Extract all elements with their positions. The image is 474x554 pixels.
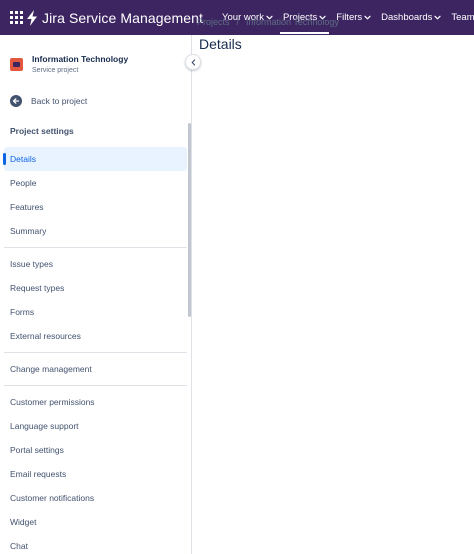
- sidebar-item-change-management[interactable]: Change management: [0, 357, 187, 381]
- nav-divider: [4, 385, 187, 386]
- sidebar-item-summary[interactable]: Summary: [0, 219, 187, 243]
- project-type: Service project: [32, 67, 79, 74]
- sidebar-item-customer-notifications[interactable]: Customer notifications: [0, 486, 187, 510]
- jira-logo[interactable]: Jira Service Management: [25, 9, 204, 26]
- breadcrumb: Projects / Information Technology: [197, 17, 474, 27]
- sidebar-item-details[interactable]: Details: [3, 147, 187, 171]
- breadcrumb-item-projects[interactable]: Projects: [197, 17, 230, 27]
- sidebar-item-features[interactable]: Features: [0, 195, 187, 219]
- chevron-left-icon: [191, 58, 195, 66]
- sidebar-item-external-resources[interactable]: External resources: [0, 324, 187, 348]
- project-name: Information Technology: [32, 54, 129, 64]
- sidebar-item-request-types[interactable]: Request types: [0, 276, 187, 300]
- settings-nav-list: Details People Features Summary Issue types R…: [0, 147, 187, 554]
- sidebar-item-customer-permissions[interactable]: Customer permissions: [0, 390, 187, 414]
- sidebar-item-language-support[interactable]: Language support: [0, 414, 187, 438]
- brand-name: Jira Service Management: [42, 9, 204, 26]
- page-title: Details: [199, 36, 242, 52]
- sidebar-item-portal-settings[interactable]: Portal settings: [0, 438, 187, 462]
- app-switcher-icon[interactable]: [10, 8, 23, 28]
- sidebar-item-forms[interactable]: Forms: [0, 300, 187, 324]
- sidebar-item-email-requests[interactable]: Email requests: [0, 462, 187, 486]
- sidebar-scrollbar[interactable]: [188, 123, 191, 317]
- sidebar-item-issue-types[interactable]: Issue types: [0, 252, 187, 276]
- sidebar-item-chat[interactable]: Chat: [0, 534, 187, 554]
- sidebar-item-widget[interactable]: Widget: [0, 510, 187, 534]
- collapse-sidebar-button[interactable]: [185, 54, 201, 70]
- project-header[interactable]: Information Technology Service project: [10, 54, 128, 76]
- project-settings-sidebar: Information Technology Service project B…: [0, 35, 192, 554]
- back-to-project-link[interactable]: Back to project: [10, 95, 87, 107]
- project-avatar: [10, 58, 23, 71]
- arrow-left-icon: [10, 95, 22, 107]
- bolt-icon: [27, 9, 37, 26]
- project-settings-heading: Project settings: [10, 126, 74, 136]
- breadcrumb-item-information-technology[interactable]: Information Technology: [246, 17, 339, 27]
- sidebar-item-people[interactable]: People: [0, 171, 187, 195]
- back-to-project-label: Back to project: [31, 96, 88, 106]
- breadcrumb-separator: /: [236, 17, 240, 27]
- nav-divider: [4, 247, 187, 248]
- nav-divider: [4, 352, 187, 353]
- main-content: [193, 35, 474, 554]
